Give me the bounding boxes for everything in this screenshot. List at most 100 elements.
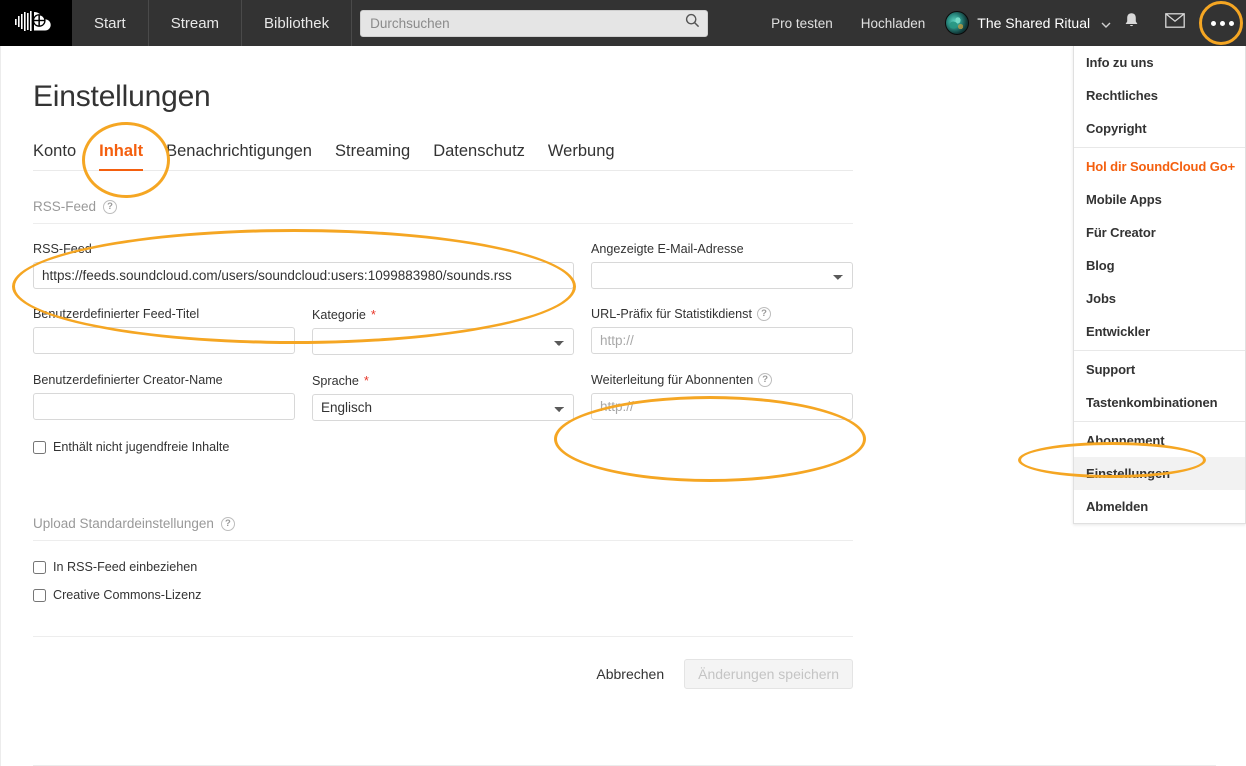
menu-item-info-zu-uns[interactable]: Info zu uns — [1074, 46, 1245, 79]
display-email-select[interactable] — [591, 262, 853, 289]
menu-item-fuer-creator[interactable]: Für Creator — [1074, 216, 1245, 249]
tab-label: Werbung — [547, 142, 615, 160]
include-in-rss-checkbox[interactable] — [33, 560, 46, 574]
rss-feed-input[interactable] — [33, 262, 574, 289]
tab-label: Inhalt — [99, 142, 144, 160]
search-input[interactable] — [360, 9, 709, 37]
soundcloud-logo-button[interactable] — [0, 0, 72, 46]
avatar[interactable] — [945, 11, 970, 35]
form-row-feed-title: Benutzerdefinierter Feed-Titel Kategorie… — [33, 307, 853, 355]
category-select[interactable] — [312, 328, 574, 355]
menu-item-support[interactable]: Support — [1074, 353, 1245, 386]
field-display-email: Angezeigte E-Mail-Adresse — [591, 242, 853, 289]
top-right-actions: Pro testen Hochladen The Shared Ritual — [757, 0, 1246, 46]
field-rss-feed: RSS-Feed — [33, 242, 574, 289]
help-icon[interactable]: ? — [220, 516, 235, 531]
nav-item-start-label: Start — [94, 14, 126, 32]
menu-divider — [1074, 350, 1245, 351]
envelope-icon — [1165, 13, 1185, 33]
user-menu-button[interactable]: The Shared Ritual — [977, 15, 1111, 31]
menu-item-entwickler[interactable]: Entwickler — [1074, 315, 1245, 348]
help-icon[interactable]: ? — [103, 199, 118, 214]
menu-item-abonnement[interactable]: Abonnement — [1074, 424, 1245, 457]
menu-item-mobile-apps[interactable]: Mobile Apps — [1074, 183, 1245, 216]
checkbox-row-creative-commons: Creative Commons-Lizenz — [33, 588, 1076, 602]
tab-label: Benachrichtigungen — [166, 142, 312, 160]
menu-item-label: Hol dir SoundCloud Go+ — [1086, 159, 1236, 174]
menu-item-abmelden[interactable]: Abmelden — [1074, 490, 1245, 523]
creative-commons-checkbox[interactable] — [33, 588, 46, 602]
menu-item-einstellungen[interactable]: Einstellungen — [1074, 457, 1245, 490]
menu-item-copyright[interactable]: Copyright — [1074, 112, 1245, 145]
menu-item-label: Mobile Apps — [1086, 192, 1162, 207]
menu-item-blog[interactable]: Blog — [1074, 249, 1245, 282]
menu-item-jobs[interactable]: Jobs — [1074, 282, 1245, 315]
field-language: Sprache * Englisch — [312, 373, 574, 421]
field-label-category: Kategorie * — [312, 307, 376, 322]
menu-item-label: Für Creator — [1086, 225, 1156, 240]
include-in-rss-label: In RSS-Feed einbeziehen — [53, 560, 198, 574]
field-feed-title: Benutzerdefinierter Feed-Titel — [33, 307, 295, 355]
feed-title-input[interactable] — [33, 327, 295, 354]
subscriber-redirect-input[interactable] — [591, 393, 853, 420]
tab-label: Streaming — [334, 142, 411, 160]
section-header-label: Upload Standardeinstellungen — [33, 516, 214, 531]
menu-item-label: Info zu uns — [1086, 55, 1154, 70]
menu-divider — [1074, 147, 1245, 148]
field-category: Kategorie * — [312, 307, 574, 355]
field-label-display-email: Angezeigte E-Mail-Adresse — [591, 242, 744, 256]
menu-divider — [1074, 421, 1245, 422]
nav-item-bibliothek-label: Bibliothek — [264, 14, 330, 32]
stats-prefix-input[interactable] — [591, 327, 853, 354]
tab-label: Datenschutz — [433, 142, 525, 160]
try-pro-link[interactable]: Pro testen — [757, 16, 847, 31]
field-label-feed-title: Benutzerdefinierter Feed-Titel — [33, 307, 200, 321]
menu-item-soundcloud-go-plus[interactable]: Hol dir SoundCloud Go+ — [1074, 150, 1245, 183]
settings-tabs: Konto Inhalt Benachrichtigungen Streamin… — [33, 142, 853, 171]
tab-werbung[interactable]: Werbung — [548, 142, 615, 170]
menu-item-label: Einstellungen — [1086, 466, 1170, 481]
upload-link[interactable]: Hochladen — [847, 16, 940, 31]
explicit-content-label: Enthält nicht jugendfreie Inhalte — [53, 440, 230, 454]
language-select[interactable]: Englisch — [312, 394, 574, 421]
required-marker: * — [370, 307, 376, 322]
ellipsis-icon — [1210, 20, 1234, 26]
notifications-button[interactable] — [1111, 12, 1152, 34]
help-icon[interactable]: ? — [758, 373, 773, 387]
menu-item-tastenkombinationen[interactable]: Tastenkombinationen — [1074, 386, 1245, 419]
more-menu-dropdown: Info zu uns Rechtliches Copyright Hol di… — [1073, 46, 1246, 524]
form-row-creator-name: Benutzerdefinierter Creator-Name Sprache… — [33, 373, 853, 421]
menu-item-label: Abonnement — [1086, 433, 1165, 448]
tab-label: Konto — [33, 142, 77, 160]
nav-item-bibliothek[interactable]: Bibliothek — [242, 0, 353, 46]
explicit-content-checkbox[interactable] — [33, 440, 46, 454]
settings-page: Einstellungen Konto Inhalt Benachrichtig… — [0, 46, 1246, 766]
nav-item-start[interactable]: Start — [72, 0, 149, 46]
menu-item-label: Rechtliches — [1086, 88, 1158, 103]
bell-icon — [1124, 12, 1139, 34]
field-label-language: Sprache * — [312, 373, 369, 388]
messages-button[interactable] — [1152, 13, 1198, 33]
tab-benachrichtigungen[interactable]: Benachrichtigungen — [166, 142, 312, 170]
field-label-stats-prefix: URL-Präfix für Statistikdienst ? — [591, 307, 853, 321]
tab-konto[interactable]: Konto — [33, 142, 76, 170]
form-row-rss: RSS-Feed Angezeigte E-Mail-Adresse — [33, 242, 853, 289]
menu-item-rechtliches[interactable]: Rechtliches — [1074, 79, 1245, 112]
menu-item-label: Support — [1086, 362, 1136, 377]
nav-item-stream[interactable]: Stream — [149, 0, 243, 46]
more-menu-button[interactable] — [1198, 0, 1246, 46]
help-icon[interactable]: ? — [756, 307, 771, 321]
cancel-button[interactable]: Abbrechen — [592, 660, 668, 688]
field-label-creator-name: Benutzerdefinierter Creator-Name — [33, 373, 223, 387]
required-marker: * — [363, 373, 369, 388]
tab-datenschutz[interactable]: Datenschutz — [433, 142, 525, 170]
creator-name-input[interactable] — [33, 393, 295, 420]
save-changes-button: Änderungen speichern — [684, 659, 853, 689]
form-actions: Abbrechen Änderungen speichern — [33, 636, 853, 689]
tab-inhalt[interactable]: Inhalt — [99, 142, 144, 171]
menu-item-label: Entwickler — [1086, 324, 1151, 339]
checkbox-row-include-rss: In RSS-Feed einbeziehen — [33, 560, 1076, 574]
tab-streaming[interactable]: Streaming — [335, 142, 410, 170]
field-label-subscriber-redirect: Weiterleitung für Abonnenten ? — [591, 373, 853, 387]
field-creator-name: Benutzerdefinierter Creator-Name — [33, 373, 295, 421]
